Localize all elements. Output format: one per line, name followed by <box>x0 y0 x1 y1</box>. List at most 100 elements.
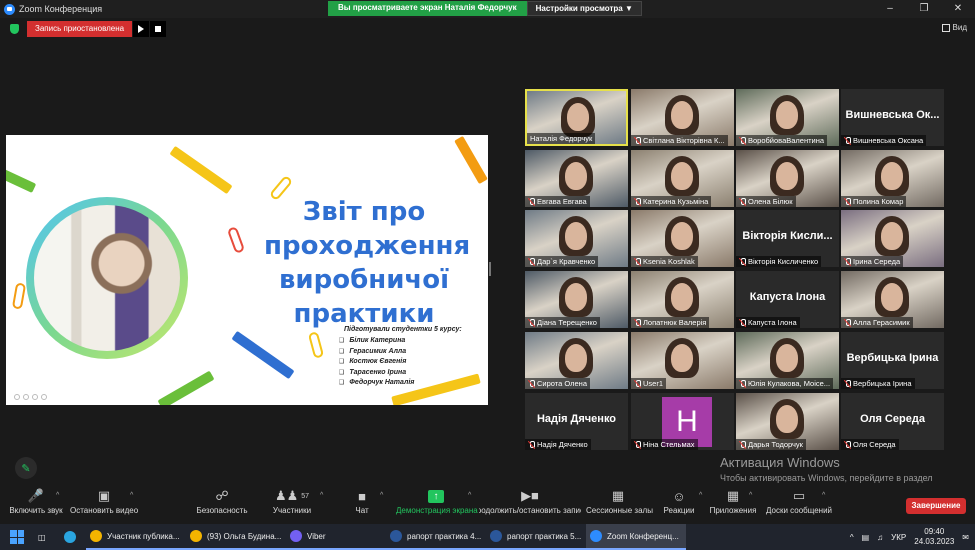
green-pencil-bottom <box>157 370 215 405</box>
participant-tile[interactable]: Ірина Середа <box>841 210 944 267</box>
participant-name-label: Капуста Ілона <box>736 317 800 328</box>
participant-tile[interactable]: Наталія Федорчук <box>525 89 628 146</box>
whiteboards-button[interactable]: ▭ Доски сообщений ^ <box>766 486 832 515</box>
chat-caret[interactable]: ^ <box>380 492 383 499</box>
participant-face <box>671 344 693 372</box>
stop-recording-button[interactable] <box>150 21 167 37</box>
reactions-caret[interactable]: ^ <box>699 492 702 499</box>
participant-tile[interactable]: Світлана Вікторівна К... <box>631 89 734 146</box>
taskbar-app-button[interactable]: Участник публика... <box>86 524 186 550</box>
participant-tile[interactable]: Евгава Евгава <box>525 150 628 207</box>
end-meeting-button[interactable]: Завершение <box>906 498 966 514</box>
view-options-button[interactable]: Настройки просмотра ▼ <box>526 1 642 16</box>
app-icon <box>390 530 402 542</box>
record-label: Продолжить/остановить запись <box>479 506 581 515</box>
slide-title: Звіт про проходження виробничої практики <box>264 195 470 331</box>
annotate-pencil-icon[interactable]: ✎ <box>15 457 37 479</box>
participant-tile[interactable]: Сирота Олена <box>525 332 628 389</box>
participant-tile[interactable]: Дарья Тодорчук <box>736 393 839 450</box>
participant-tile[interactable]: User1 <box>631 332 734 389</box>
participant-name: Вишневська Оксана <box>853 136 924 145</box>
encryption-shield-icon[interactable] <box>10 24 19 34</box>
reactions-button[interactable]: ☺ Реакции ^ <box>663 486 703 516</box>
clock[interactable]: 09:40 24.03.2023 <box>914 527 954 547</box>
video-options-caret[interactable]: ^ <box>130 492 133 499</box>
participant-tile[interactable]: Дар`я Кравченко <box>525 210 628 267</box>
tray-chevron-icon[interactable]: ^ <box>850 533 854 542</box>
windows-start-icon[interactable] <box>10 530 24 544</box>
slide-prev-control[interactable] <box>14 394 20 400</box>
share-options-caret[interactable]: ^ <box>468 492 471 499</box>
participant-tile[interactable]: Вербицька Ірина Вербицька Ірина <box>841 332 944 389</box>
volume-icon[interactable]: ♫ <box>877 533 883 542</box>
taskbar-app-button[interactable]: рапорт практика 5... <box>486 524 586 550</box>
participant-tile[interactable]: Лопатнюк Валерія <box>631 271 734 328</box>
taskbar-app-button[interactable]: (93) Ольга Будина... <box>186 524 286 550</box>
network-icon[interactable]: ▤ <box>862 533 870 542</box>
breakout-rooms-button[interactable]: ▦ Сессионные залы <box>586 486 653 515</box>
participant-tile[interactable]: Катерина Кузьміна <box>631 150 734 207</box>
participants-caret[interactable]: ^ <box>320 492 323 499</box>
participant-name-label: Ksenia Koshlak <box>631 256 698 267</box>
participants-count: 57 <box>301 492 310 500</box>
task-view-icon[interactable]: ◫ <box>34 524 60 550</box>
maximize-button[interactable]: ❐ <box>907 0 941 18</box>
participant-tile[interactable]: Ksenia Koshlak <box>631 210 734 267</box>
view-button[interactable]: Вид <box>941 23 967 32</box>
edge-icon[interactable] <box>60 524 86 550</box>
unmute-button[interactable]: 🎤 Включить звук ^ <box>6 486 66 515</box>
record-button[interactable]: ▶■ Продолжить/остановить запись <box>479 486 581 515</box>
language-indicator[interactable]: УКР <box>891 533 906 542</box>
slide-more-control[interactable] <box>41 394 47 400</box>
split-view-handle[interactable] <box>489 262 491 276</box>
participant-tile[interactable]: Вишневська Ок... Вишневська Оксана <box>841 89 944 146</box>
muted-mic-icon <box>739 136 746 145</box>
participant-tile[interactable]: H Ніна Стельмах <box>631 393 734 450</box>
audio-options-caret[interactable]: ^ <box>56 492 59 499</box>
muted-mic-icon <box>528 318 535 327</box>
apps-button[interactable]: ▦ Приложения ^ <box>709 486 757 515</box>
minimize-button[interactable]: – <box>873 0 907 18</box>
participant-tile[interactable]: Полина Комар <box>841 150 944 207</box>
notifications-icon[interactable]: ✉ <box>962 533 969 542</box>
slide-zoom-control[interactable] <box>32 394 38 400</box>
yellow-pencil <box>169 145 233 195</box>
student-item: Тарасенко Ірина <box>339 368 414 379</box>
participant-tile[interactable]: Капуста Ілона Капуста Ілона <box>736 271 839 328</box>
chat-button[interactable]: ■ Чат ^ <box>350 486 383 516</box>
app-label: Viber <box>307 531 326 541</box>
apps-caret[interactable]: ^ <box>749 492 752 499</box>
slide-pen-control[interactable] <box>23 394 29 400</box>
participant-tile[interactable]: Діана Терещенко <box>525 271 628 328</box>
taskbar-app-button[interactable]: Zoom Конференц... <box>586 524 686 550</box>
participant-tile[interactable]: Юлія Кулакова, Моісе... <box>736 332 839 389</box>
participant-tile[interactable]: Надія Дяченко Надія Дяченко <box>525 393 628 450</box>
whiteboards-caret[interactable]: ^ <box>822 492 825 499</box>
participant-tile[interactable]: Оля Середа Оля Середа <box>841 393 944 450</box>
close-button[interactable]: ✕ <box>941 0 975 18</box>
app-icon <box>90 530 102 542</box>
zoom-icon <box>4 3 15 15</box>
chat-bubble-icon: ■ <box>358 488 366 504</box>
participant-name: Світлана Вікторівна К... <box>643 136 725 145</box>
participant-name: Капуста Ілона <box>748 318 797 327</box>
taskbar-app-button[interactable]: Viber <box>286 524 386 550</box>
participant-name: Оля Середа <box>853 440 896 449</box>
participant-tile[interactable]: Олена Білюк <box>736 150 839 207</box>
participant-tile[interactable]: ВоробйоваВалентина <box>736 89 839 146</box>
participants-icon: ♟♟ 57 <box>274 488 310 503</box>
stop-video-button[interactable]: ▣ Остановить видео ^ <box>70 486 138 515</box>
participant-tile[interactable]: Алла Герасимик <box>841 271 944 328</box>
security-button[interactable]: ☍ Безопасность <box>194 486 250 515</box>
resume-recording-button[interactable] <box>133 21 150 37</box>
taskbar-app-button[interactable]: рапорт практика 4... <box>386 524 486 550</box>
apps-label: Приложения <box>709 506 757 515</box>
activation-title: Активация Windows <box>720 455 840 470</box>
student-item: Федорчук Наталія <box>339 378 414 389</box>
participant-tile[interactable]: Вікторія Кисли... Вікторія Кисличенко <box>736 210 839 267</box>
muted-mic-icon <box>844 318 851 327</box>
share-screen-button[interactable]: ↑ Демонстрация экрана ^ <box>396 486 478 515</box>
participants-button[interactable]: ♟♟ 57 Участники ^ <box>270 486 323 515</box>
participant-display-name: Вербицька Ірина <box>846 352 939 364</box>
stop-icon <box>155 26 162 32</box>
